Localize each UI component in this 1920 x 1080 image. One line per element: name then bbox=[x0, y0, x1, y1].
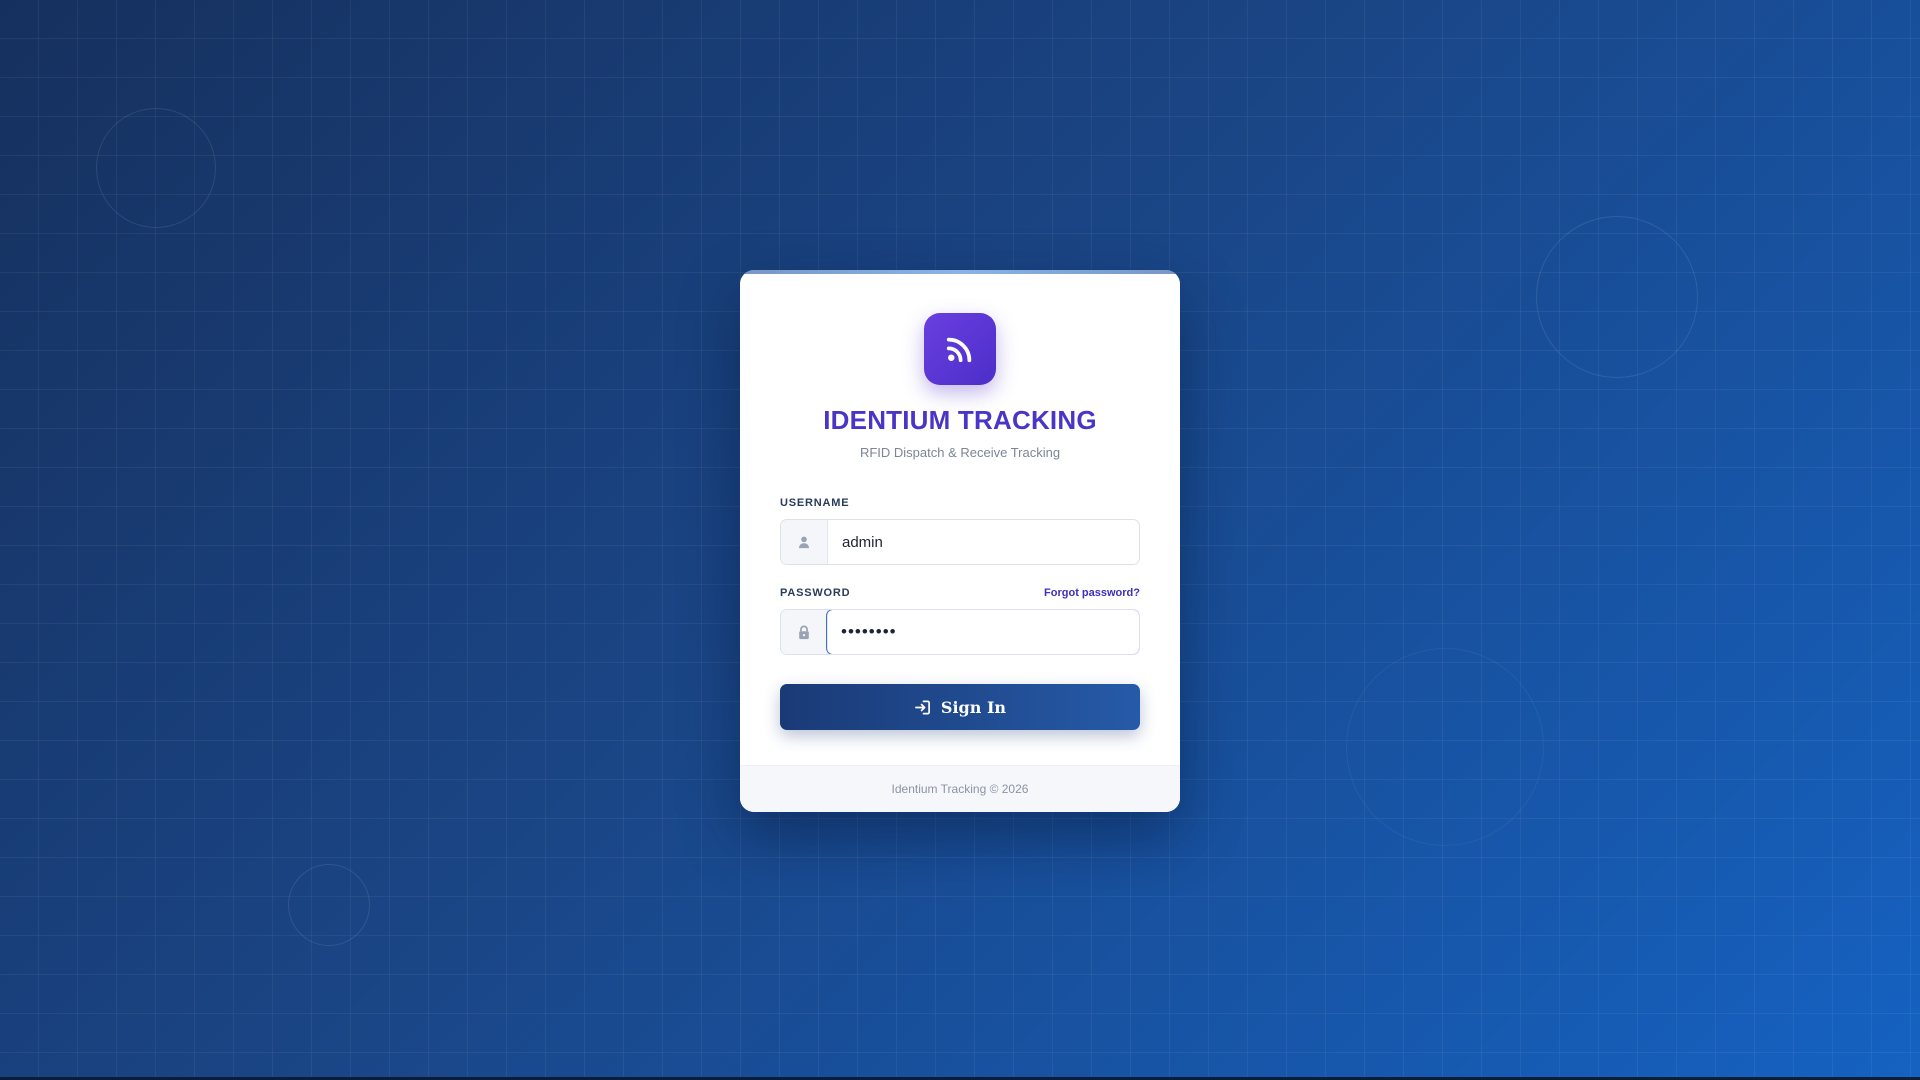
card-footer: Identium Tracking © 2026 bbox=[740, 765, 1180, 812]
decorative-circle bbox=[288, 864, 370, 946]
card-accent-line bbox=[740, 270, 1180, 274]
decorative-circle bbox=[1346, 648, 1544, 846]
app-title: IDENTIUM TRACKING bbox=[823, 405, 1097, 435]
password-input[interactable] bbox=[826, 610, 1139, 654]
lock-icon bbox=[781, 610, 828, 654]
user-icon bbox=[781, 520, 828, 564]
copyright-text: Identium Tracking © 2026 bbox=[891, 782, 1029, 796]
password-field bbox=[780, 609, 1140, 655]
username-label: USERNAME bbox=[780, 497, 850, 509]
decorative-circle bbox=[96, 108, 216, 228]
login-card: IDENTIUM TRACKING RFID Dispatch & Receiv… bbox=[740, 270, 1180, 812]
sign-in-label: Sign In bbox=[940, 697, 1007, 717]
app-subtitle: RFID Dispatch & Receive Tracking bbox=[859, 445, 1061, 460]
username-input[interactable] bbox=[828, 520, 1139, 564]
decorative-circle bbox=[1536, 216, 1698, 378]
app-logo bbox=[924, 313, 996, 385]
password-label: PASSWORD bbox=[780, 587, 851, 599]
sign-in-icon bbox=[914, 700, 930, 714]
forgot-password-link[interactable]: Forgot password? bbox=[1044, 587, 1140, 599]
rss-icon bbox=[946, 337, 972, 363]
sign-in-button[interactable]: Sign In bbox=[780, 684, 1140, 730]
username-field bbox=[780, 519, 1140, 565]
